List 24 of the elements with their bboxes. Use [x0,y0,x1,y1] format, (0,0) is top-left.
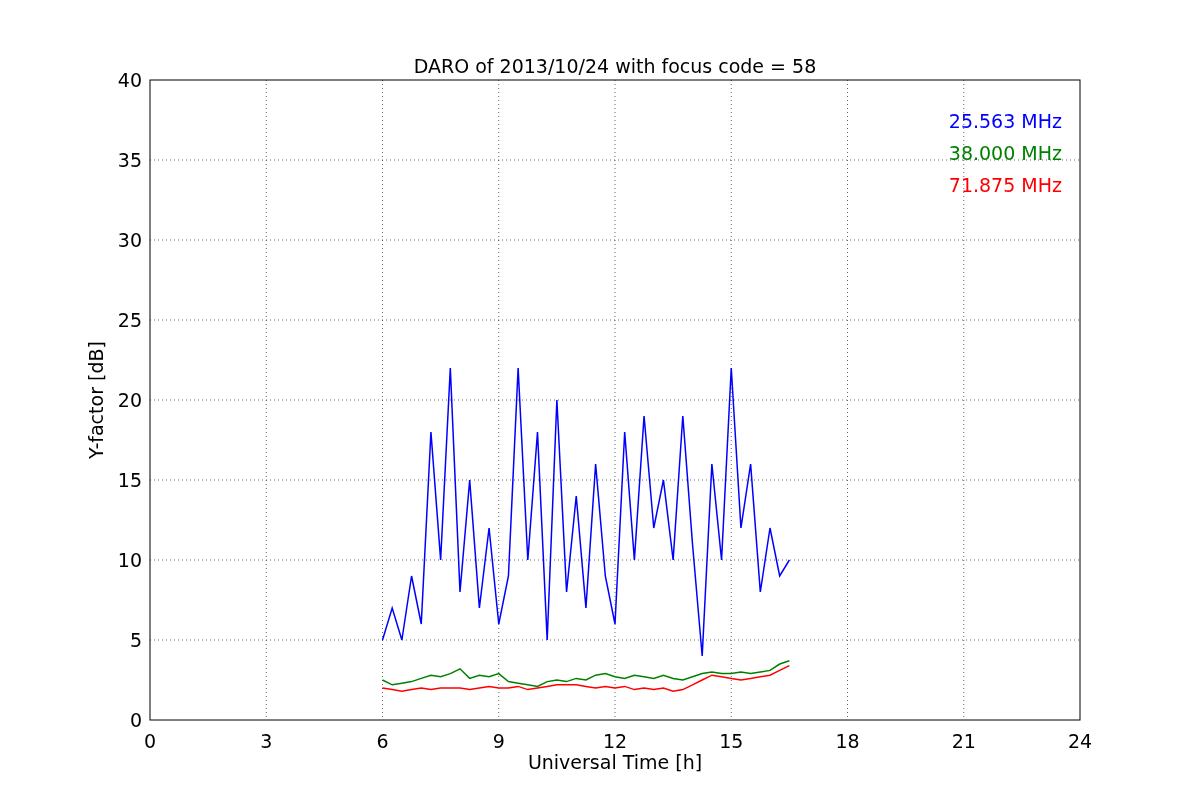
x-tick-label: 6 [376,730,389,752]
x-axis-label: Universal Time [h] [527,751,703,773]
y-tick-label: 25 [117,309,142,331]
y-tick-label: 15 [117,469,142,491]
x-tick-label: 18 [835,730,860,752]
y-tick-label: 35 [117,149,142,171]
y-tick-label: 10 [117,549,142,571]
x-tick-label: 0 [143,730,157,752]
y-tick-label: 0 [129,709,142,731]
y-tick-label: 30 [117,229,142,251]
x-tick-label: 15 [719,730,744,752]
y-tick-label: 40 [117,69,142,91]
y-tick-label: 5 [129,629,142,651]
x-tick-label: 12 [602,730,628,752]
y-tick-label: 20 [117,389,142,411]
x-tick-label: 21 [951,730,976,752]
x-tick-label: 3 [260,730,273,752]
x-tick-label: 9 [492,730,505,752]
y-axis-label: Y-factor [dB] [85,341,107,459]
x-tick-label: 24 [1067,730,1093,752]
chart-title: DARO of 2013/10/24 with focus code = 58 [413,55,817,77]
legend-label: 25.563 MHz [948,110,1062,132]
legend-label: 71.875 MHz [948,174,1062,196]
legend-label: 38.000 MHz [948,142,1062,164]
